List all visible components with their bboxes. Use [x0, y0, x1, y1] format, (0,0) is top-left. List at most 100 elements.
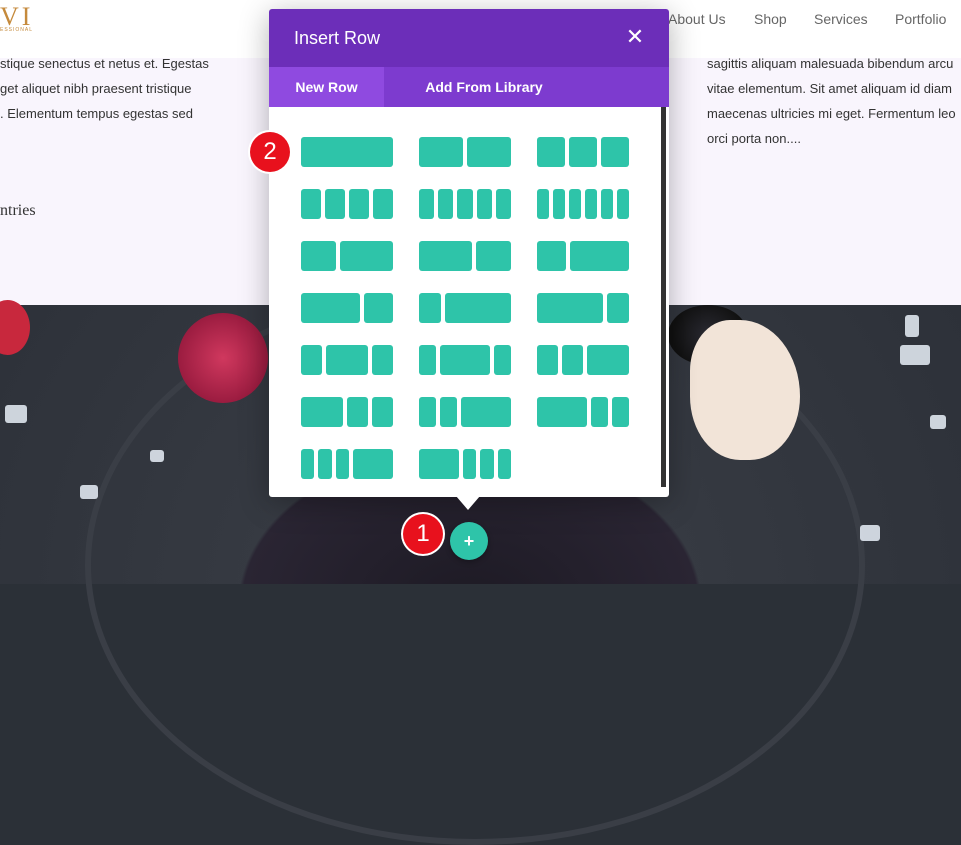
layout-column	[318, 449, 332, 479]
layout-column	[495, 189, 511, 219]
strawberry	[0, 300, 30, 355]
layout-column	[562, 345, 583, 375]
row-layout-option[interactable]	[301, 293, 393, 323]
layout-column	[617, 189, 629, 219]
paragraph-line: stique senectus et netus et. Egestas	[0, 56, 209, 71]
tab-new-row[interactable]: New Row	[269, 67, 384, 107]
left-heading: ntries	[0, 202, 36, 219]
coconut-flake	[930, 415, 946, 429]
layout-column	[419, 397, 436, 427]
layout-column	[591, 397, 609, 427]
layout-column	[601, 137, 629, 167]
layout-column	[301, 137, 393, 167]
layout-column	[438, 189, 454, 219]
row-layout-option[interactable]	[419, 397, 511, 427]
layout-column	[419, 449, 459, 479]
layout-column	[439, 345, 491, 375]
layout-column	[363, 293, 393, 323]
right-paragraph: sagittis aliquam malesuada bibendum arcu…	[707, 51, 956, 151]
layout-column	[537, 189, 549, 219]
nav-services[interactable]: Services	[814, 11, 868, 27]
row-layout-option[interactable]	[537, 189, 629, 219]
layout-column	[587, 345, 629, 375]
layout-column	[340, 241, 393, 271]
layout-column	[553, 189, 565, 219]
layout-column	[460, 397, 511, 427]
row-layout-option[interactable]	[537, 293, 629, 323]
modal-scrollbar[interactable]	[661, 107, 666, 487]
layout-column	[570, 241, 629, 271]
coconut-flake	[860, 525, 880, 541]
modal-tabs: New Row Add From Library	[269, 67, 669, 107]
row-layout-option[interactable]	[419, 137, 511, 167]
layout-column	[353, 449, 393, 479]
paragraph-line: vitae elementum. Sit amet aliquam id dia…	[707, 81, 952, 96]
layout-column	[569, 137, 597, 167]
row-layout-option[interactable]	[419, 293, 511, 323]
row-layout-option[interactable]	[301, 241, 393, 271]
tab-add-from-library[interactable]: Add From Library	[384, 67, 584, 107]
nav-portfolio[interactable]: Portfolio	[895, 11, 946, 27]
close-icon[interactable]: ✕	[625, 26, 645, 48]
add-row-button[interactable]: +	[450, 522, 488, 560]
layout-column	[325, 189, 345, 219]
paragraph-line: . Elementum tempus egestas sed	[0, 106, 193, 121]
layout-column	[537, 345, 558, 375]
coconut-flake	[5, 405, 27, 423]
coconut-flake	[80, 485, 98, 499]
layout-column	[301, 241, 337, 271]
site-logo-subtext: ESSIONAL	[0, 27, 34, 33]
layout-column	[537, 397, 588, 427]
row-layout-option[interactable]	[419, 449, 511, 479]
layout-column	[419, 189, 435, 219]
coconut-flake	[900, 345, 930, 365]
layout-column	[373, 189, 393, 219]
paragraph-line: get aliquet nibh praesent tristique	[0, 81, 192, 96]
layout-column	[326, 345, 368, 375]
row-layout-option[interactable]	[301, 189, 393, 219]
layout-column	[569, 189, 581, 219]
layout-column	[419, 345, 436, 375]
layout-column	[301, 189, 321, 219]
layout-column	[419, 137, 463, 167]
layout-column	[372, 397, 393, 427]
layout-column	[301, 293, 360, 323]
layout-column	[607, 293, 629, 323]
left-paragraph: stique senectus et netus et. Egestas get…	[0, 51, 209, 126]
paragraph-line: orci porta non....	[707, 131, 801, 146]
layout-column	[419, 293, 441, 323]
layout-column	[467, 137, 511, 167]
row-layout-option[interactable]	[301, 345, 393, 375]
modal-header: Insert Row ✕	[269, 9, 669, 67]
layout-column	[439, 397, 457, 427]
raspberry	[178, 313, 268, 403]
nav-shop[interactable]: Shop	[754, 11, 787, 27]
row-layout-option[interactable]	[537, 345, 629, 375]
row-layout-option[interactable]	[301, 449, 393, 479]
step-badge-1: 1	[403, 514, 443, 554]
layout-column	[612, 397, 629, 427]
row-layout-option[interactable]	[537, 397, 629, 427]
row-layout-option[interactable]	[419, 345, 511, 375]
row-layout-option[interactable]	[419, 241, 511, 271]
row-layout-option[interactable]	[537, 137, 629, 167]
row-layout-option[interactable]	[537, 241, 629, 271]
layout-column	[494, 345, 511, 375]
row-layout-option[interactable]	[419, 189, 511, 219]
row-layout-option[interactable]	[301, 137, 393, 167]
layout-column	[537, 241, 567, 271]
layout-column	[347, 397, 368, 427]
layout-column	[445, 293, 511, 323]
coconut-flake	[150, 450, 164, 462]
layout-column	[601, 189, 613, 219]
layout-column	[537, 293, 603, 323]
apple-slice	[690, 320, 800, 460]
layout-column	[537, 137, 565, 167]
insert-row-modal: Insert Row ✕ New Row Add From Library	[269, 9, 669, 497]
layout-column	[475, 241, 511, 271]
row-layout-option[interactable]	[301, 397, 393, 427]
nav-about-us[interactable]: About Us	[668, 11, 726, 27]
layout-column	[585, 189, 597, 219]
paragraph-line: sagittis aliquam malesuada bibendum arcu	[707, 56, 954, 71]
layout-column	[335, 449, 349, 479]
